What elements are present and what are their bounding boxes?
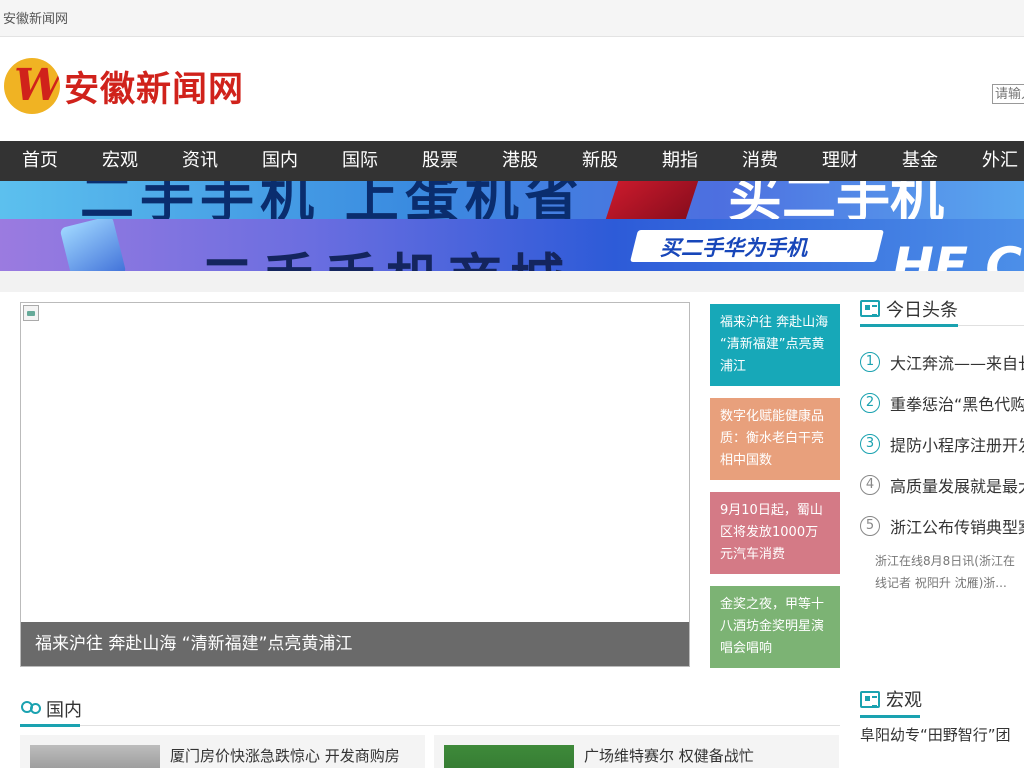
headline-link[interactable]: 大江奔流——来自长江 [890, 350, 1024, 374]
hero-caption[interactable]: 福来沪往 奔赴山海 “清新福建”点亮黄浦江 [21, 622, 689, 666]
phone-graphic [59, 219, 127, 271]
nav-item-domestic[interactable]: 国内 [240, 141, 320, 181]
banner2-pill-text: 买二手华为手机 [660, 236, 807, 260]
banner2-right-text: HE C [892, 237, 1023, 271]
today-headlines: 今日头条 1 大江奔流——来自长江 2 重拳惩治“黑色代购” 3 提防小程序注册… [860, 292, 1024, 594]
ad-banner-top[interactable]: 二手手机 上蛋机省 买二手机 6P [0, 181, 1024, 219]
logo-mark-icon: W [4, 58, 60, 114]
headline-link[interactable]: 高质量发展就是最大 [890, 473, 1024, 497]
section-title: 今日头条 [886, 299, 958, 321]
ad-banner-second[interactable]: 二手手机商城 买二手华为手机 HE C [0, 219, 1024, 271]
macro-article-link[interactable]: 阜阳幼专“田野智行”团 [860, 724, 1024, 745]
news-title[interactable]: 广场维特赛尔 权健备战忙 [584, 745, 754, 766]
news-thumbnail[interactable] [30, 745, 160, 768]
header: W 安徽新闻网 [0, 37, 1024, 141]
domestic-section: 国内 厦门房价快涨急跌惊心 开发商购房 广场维特赛尔 权健备战忙 [20, 692, 840, 768]
nav-item-ipo[interactable]: 新股 [560, 141, 640, 181]
headline-link[interactable]: 浙江公布传销典型案 [890, 514, 1024, 538]
broken-image-icon [23, 305, 39, 321]
macro-section: 宏观 阜阳幼专“田野智行”团 [860, 682, 1024, 745]
banner1-text: 二手手机 上蛋机省 [80, 181, 585, 219]
section-header: 今日头条 [860, 292, 1024, 327]
domestic-cards: 厦门房价快涨急跌惊心 开发商购房 广场维特赛尔 权健备战忙 [20, 735, 840, 768]
logo-text: 安徽新闻网 [64, 69, 245, 110]
rank-number: 1 [860, 351, 880, 372]
divider-bar [0, 271, 1024, 292]
site-name: 安徽新闻网 [3, 12, 69, 27]
search-input[interactable] [992, 84, 1024, 104]
main-content: 福来沪往 奔赴山海 “清新福建”点亮黄浦江 福来沪往 奔赴山海 “清新福建”点亮… [0, 292, 1024, 768]
list-item[interactable]: 5 浙江公布传销典型案 [860, 505, 1024, 546]
phone-graphic [605, 181, 699, 219]
feature-tile[interactable]: 数字化赋能健康品质：衡水老白干亮相中国数 [710, 398, 840, 480]
list-item[interactable]: 3 提防小程序注册开发 [860, 423, 1024, 464]
headline-link[interactable]: 提防小程序注册开发 [890, 432, 1024, 456]
section-underline [860, 324, 958, 327]
hero-slide[interactable]: 福来沪往 奔赴山海 “清新福建”点亮黄浦江 [20, 302, 690, 667]
newspaper-icon [860, 300, 880, 317]
feature-tile[interactable]: 福来沪往 奔赴山海 “清新福建”点亮黄浦江 [710, 304, 840, 386]
news-card[interactable]: 广场维特赛尔 权健备战忙 [434, 735, 839, 768]
nav-item-home[interactable]: 首页 [0, 141, 80, 181]
feature-tile[interactable]: 金奖之夜，甲等十八酒坊金奖明星演唱会唱响 [710, 586, 840, 668]
nav-item-international[interactable]: 国际 [320, 141, 400, 181]
news-title[interactable]: 厦门房价快涨急跌惊心 开发商购房 [170, 745, 400, 766]
section-underline [860, 715, 920, 718]
nav-item-funds[interactable]: 基金 [880, 141, 960, 181]
feature-tile[interactable]: 9月10日起，蜀山区将发放1000万元汽车消费 [710, 492, 840, 574]
rank-number: 4 [860, 474, 880, 495]
people-icon [20, 700, 41, 717]
banner1-right-text: 买二手机 6P [728, 181, 944, 219]
top-strip: 安徽新闻网 [0, 0, 1024, 37]
nav-item-forex[interactable]: 外汇 [960, 141, 1024, 181]
news-card[interactable]: 厦门房价快涨急跌惊心 开发商购房 [20, 735, 425, 768]
nav-item-stocks[interactable]: 股票 [400, 141, 480, 181]
nav-item-consumer[interactable]: 消费 [720, 141, 800, 181]
rank-number: 3 [860, 433, 880, 454]
nav-item-finance[interactable]: 理财 [800, 141, 880, 181]
nav-item-futures[interactable]: 期指 [640, 141, 720, 181]
section-title: 宏观 [886, 690, 922, 711]
rank-number: 2 [860, 392, 880, 413]
section-title: 国内 [46, 699, 82, 721]
site-logo[interactable]: W 安徽新闻网 [4, 58, 244, 114]
list-item[interactable]: 1 大江奔流——来自长江 [860, 341, 1024, 382]
headline-list: 1 大江奔流——来自长江 2 重拳惩治“黑色代购” 3 提防小程序注册开发 4 … [860, 341, 1024, 546]
rank-number: 5 [860, 515, 880, 536]
feature-tiles: 福来沪往 奔赴山海 “清新福建”点亮黄浦江 数字化赋能健康品质：衡水老白干亮相中… [710, 304, 840, 680]
nav-item-news[interactable]: 资讯 [160, 141, 240, 181]
newspaper-icon [860, 690, 880, 708]
list-item[interactable]: 2 重拳惩治“黑色代购” [860, 382, 1024, 423]
headline-summary: 浙江在线8月8日讯(浙江在线记者 祝阳升 沈雁)浙... [875, 554, 1015, 590]
headline-link[interactable]: 重拳惩治“黑色代购” [890, 391, 1024, 415]
main-nav: 首页 宏观 资讯 国内 国际 股票 港股 新股 期指 消费 理财 基金 外汇 [0, 141, 1024, 181]
list-item[interactable]: 4 高质量发展就是最大 [860, 464, 1024, 505]
nav-item-hk-stocks[interactable]: 港股 [480, 141, 560, 181]
news-thumbnail[interactable] [444, 745, 574, 768]
nav-item-macro[interactable]: 宏观 [80, 141, 160, 181]
section-header: 国内 [20, 692, 840, 727]
banner2-text: 二手手机商城 [200, 235, 572, 271]
section-underline [20, 724, 80, 727]
section-header: 宏观 [860, 682, 1024, 718]
